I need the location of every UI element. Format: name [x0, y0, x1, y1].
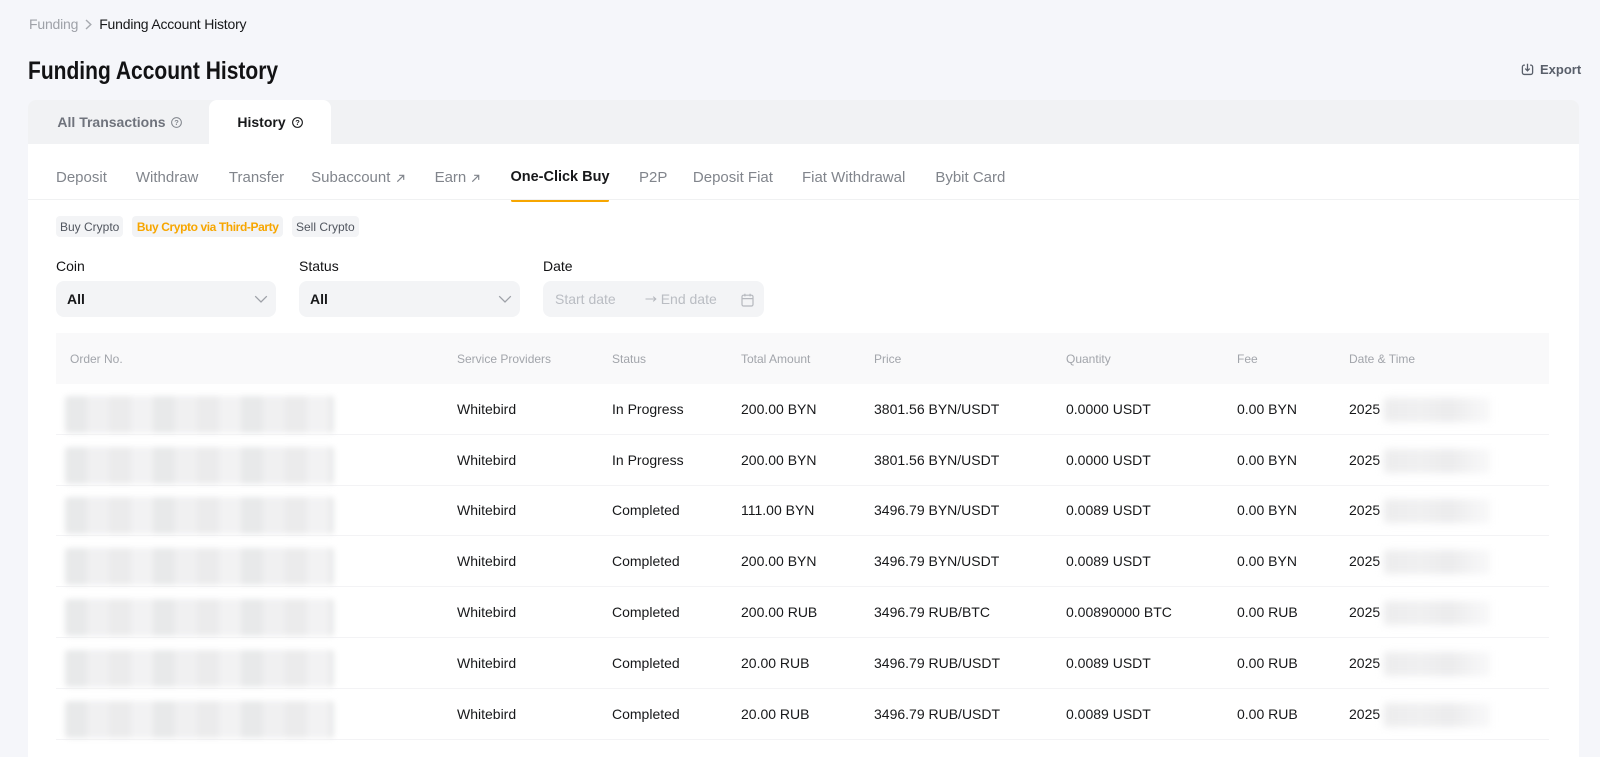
- svg-text:?: ?: [295, 118, 300, 127]
- svg-text:?: ?: [174, 118, 179, 127]
